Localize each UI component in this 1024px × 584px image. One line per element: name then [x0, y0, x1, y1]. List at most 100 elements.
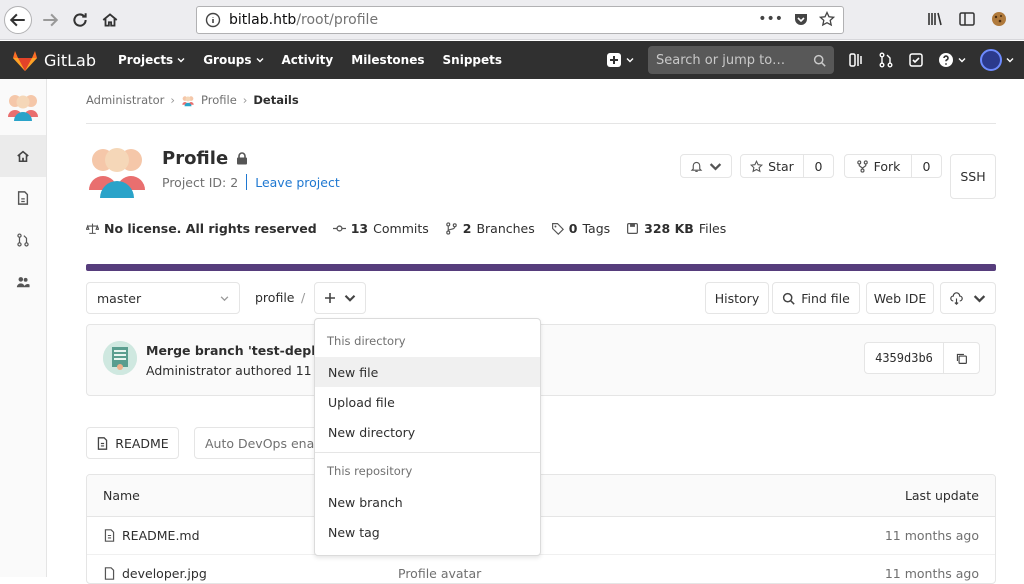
lock-icon: [237, 152, 248, 165]
add-to-tree-dropdown[interactable]: [314, 282, 366, 314]
tags-stat[interactable]: 0 Tags: [551, 221, 610, 236]
files-stat[interactable]: 328 KB Files: [626, 221, 726, 236]
cloud-download-icon: [950, 291, 963, 305]
divider: [86, 123, 996, 124]
sidebar-item-merge-requests[interactable]: [0, 219, 46, 261]
home-button[interactable]: [96, 6, 124, 34]
file-tree-table: Name Last update README.md 11 months ago…: [86, 474, 996, 584]
download-dropdown[interactable]: [940, 282, 996, 314]
commit-author-avatar[interactable]: [103, 341, 137, 375]
file-name[interactable]: README.md: [122, 528, 200, 543]
new-dropdown[interactable]: [606, 52, 634, 68]
star-icon: [750, 159, 764, 172]
library-icon[interactable]: [926, 10, 944, 28]
back-button[interactable]: [4, 6, 32, 34]
commit-sha[interactable]: 4359d3b6: [865, 343, 943, 373]
gitlab-logo[interactable]: GitLab: [12, 48, 118, 72]
project-id: Project ID: 2: [162, 174, 239, 190]
info-icon[interactable]: [205, 12, 221, 28]
todo-check-icon[interactable]: [908, 52, 924, 68]
fork-count[interactable]: 0: [911, 155, 941, 177]
image-file-icon: [104, 567, 115, 580]
commits-stat[interactable]: 13 Commits: [332, 221, 429, 236]
license-stat[interactable]: No license. All rights reserved: [86, 221, 317, 236]
project-sidebar: [0, 79, 47, 577]
web-ide-button[interactable]: Web IDE: [866, 282, 934, 314]
chevron-down-icon: [220, 295, 229, 301]
help-dropdown[interactable]: [938, 52, 966, 68]
star-bookmark-icon[interactable]: [819, 11, 835, 27]
commit-icon: [332, 225, 346, 232]
forward-button[interactable]: [36, 6, 64, 34]
user-menu[interactable]: [980, 49, 1014, 71]
nav-activity[interactable]: Activity: [282, 53, 334, 67]
nav-milestones[interactable]: Milestones: [351, 53, 424, 67]
history-button[interactable]: History: [705, 282, 769, 314]
file-commit-message[interactable]: Profile avatar: [398, 566, 481, 581]
menu-item-new-branch[interactable]: New branch: [315, 487, 540, 517]
fork-button[interactable]: Fork: [845, 155, 911, 177]
home-icon: [102, 13, 118, 27]
star-count[interactable]: 0: [803, 155, 833, 177]
tag-icon: [551, 223, 564, 235]
menu-item-upload-file[interactable]: Upload file: [315, 387, 540, 417]
auto-devops-button[interactable]: Auto DevOps enab: [194, 427, 322, 459]
project-name: Profile: [162, 148, 229, 169]
menu-item-new-file[interactable]: New file: [315, 357, 540, 387]
chevron-down-icon: [973, 294, 986, 303]
gitlab-tanuki-icon: [13, 51, 37, 71]
breadcrumb-project[interactable]: Profile: [201, 93, 237, 107]
search-placeholder: Search or jump to…: [656, 52, 786, 68]
find-file-button[interactable]: Find file: [772, 282, 860, 314]
cookie-extension-icon[interactable]: [990, 10, 1008, 28]
project-avatar-small[interactable]: [6, 89, 40, 123]
bell-icon: [690, 161, 703, 172]
file-date: 11 months ago: [884, 528, 979, 543]
file-icon: [104, 529, 115, 542]
sidebar-item-project[interactable]: [0, 135, 46, 177]
leave-project-link[interactable]: Leave project: [255, 175, 340, 190]
star-button[interactable]: Star: [741, 155, 803, 177]
url-bar[interactable]: bitlab.htb/root/profile •••: [196, 6, 844, 34]
branches-stat[interactable]: 2 Branches: [445, 221, 535, 236]
breadcrumb: Administrator › Profile › Details: [86, 93, 299, 107]
file-name[interactable]: developer.jpg: [122, 566, 207, 581]
nav-snippets[interactable]: Snippets: [443, 53, 503, 67]
copy-sha-button[interactable]: [943, 343, 979, 373]
col-name: Name: [103, 488, 140, 503]
notification-dropdown[interactable]: [680, 154, 732, 178]
chevron-down-icon: [344, 295, 356, 302]
sidebar-item-repository[interactable]: [0, 177, 46, 219]
branch-select[interactable]: master: [86, 282, 240, 314]
ssh-clone-button[interactable]: SSH: [950, 154, 996, 199]
pocket-icon[interactable]: [793, 11, 809, 27]
nav-groups[interactable]: Groups: [203, 53, 263, 67]
reload-button[interactable]: [66, 6, 94, 34]
issues-icon[interactable]: [848, 52, 864, 68]
search-input[interactable]: Search or jump to…: [648, 46, 834, 74]
search-icon: [783, 292, 795, 305]
nav-projects[interactable]: Projects: [118, 53, 185, 67]
path-segment[interactable]: profile: [255, 290, 294, 305]
merge-request-icon[interactable]: [878, 52, 894, 68]
table-row[interactable]: developer.jpg Profile avatar 11 months a…: [87, 555, 995, 583]
chevron-down-icon: [626, 58, 634, 63]
breadcrumb-group[interactable]: Administrator: [86, 93, 164, 107]
chevron-down-icon: [256, 58, 263, 63]
help-icon: [939, 53, 953, 67]
page-actions-icon[interactable]: •••: [758, 11, 783, 27]
sidebar-item-members[interactable]: [0, 261, 46, 303]
menu-item-new-directory[interactable]: New directory: [315, 417, 540, 447]
user-avatar: [980, 49, 1002, 71]
readme-button[interactable]: README: [86, 427, 179, 459]
menu-item-new-tag[interactable]: New tag: [315, 517, 540, 547]
last-commit-panel: Merge branch 'test-deploy' i Administrat…: [86, 324, 996, 396]
breadcrumb-current[interactable]: Details: [253, 93, 298, 107]
commit-sha-group: 4359d3b6: [864, 342, 980, 374]
table-row[interactable]: README.md 11 months ago: [87, 517, 995, 555]
copy-icon: [956, 353, 967, 364]
arrow-left-icon: [9, 13, 25, 27]
chevron-down-icon: [709, 162, 722, 171]
branch-icon: [445, 222, 457, 235]
sidebar-toggle-icon[interactable]: [958, 10, 976, 28]
